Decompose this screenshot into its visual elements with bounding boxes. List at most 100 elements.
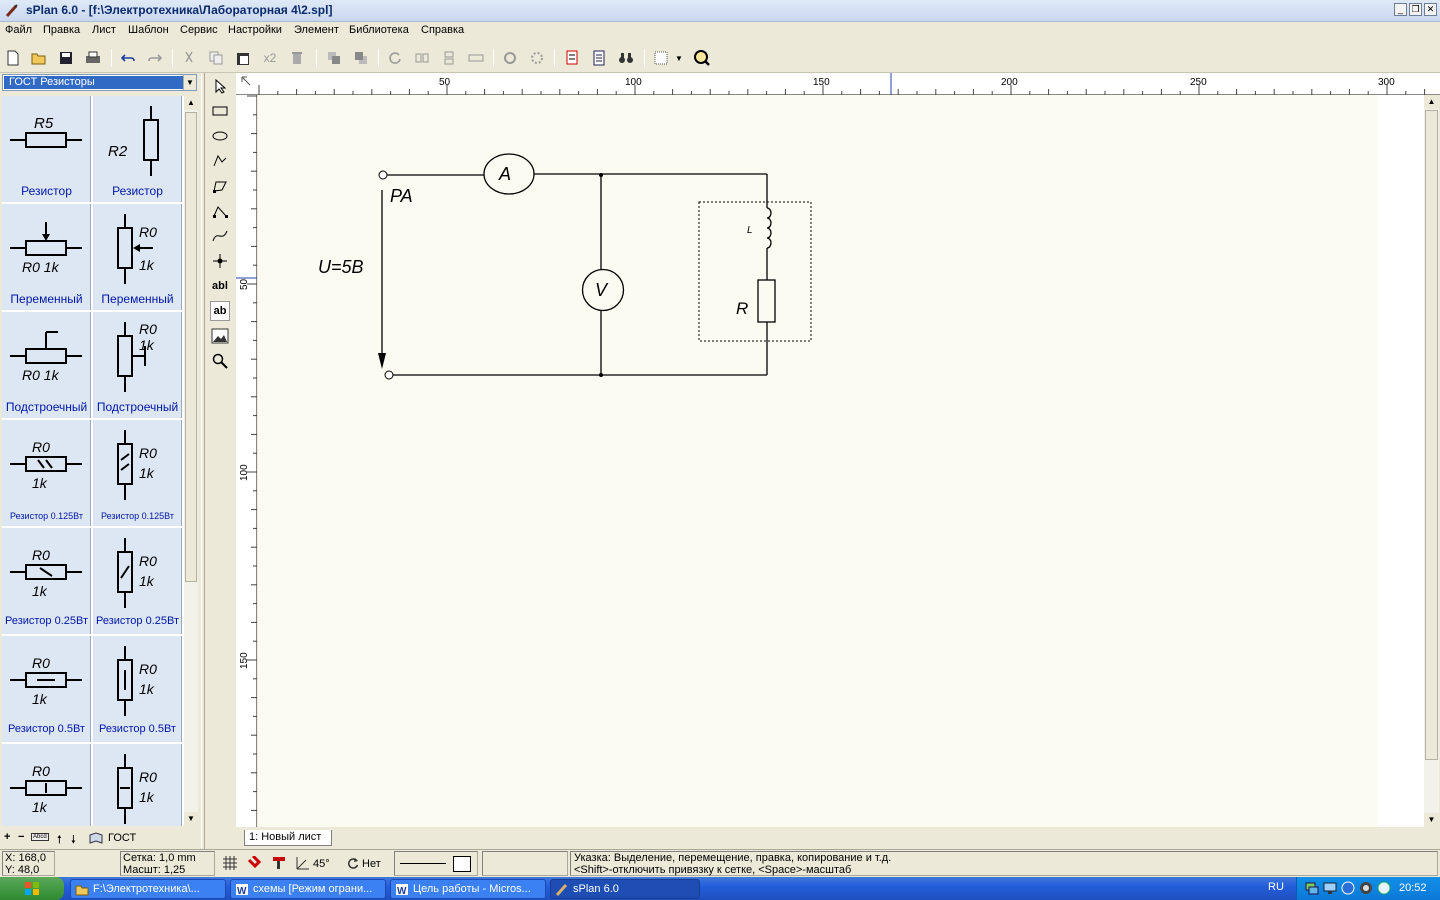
bluetooth-icon[interactable] <box>1341 881 1355 895</box>
library-item[interactable]: R0 1k Резистор 0.125Вт <box>2 420 91 526</box>
rotation-mode[interactable]: Нет <box>362 858 381 870</box>
zoom-tool[interactable] <box>210 351 230 371</box>
undo-button[interactable] <box>119 49 137 67</box>
menu-sheet[interactable]: Лист <box>92 24 116 36</box>
move-down-arrow[interactable]: 🠗 <box>71 831 76 850</box>
scroll-up-arrow[interactable]: ▲ <box>184 96 198 110</box>
angle-value[interactable]: 45° <box>313 858 330 870</box>
library-item[interactable]: R0 1k Переменный <box>2 204 91 310</box>
scroll-thumb[interactable] <box>1425 110 1438 760</box>
parts-list-button[interactable] <box>590 49 608 67</box>
library-item[interactable]: R0 1k Резистор 0.5Вт <box>93 636 182 742</box>
remove-library-button[interactable]: − <box>18 831 24 843</box>
library-item[interactable]: R5 Резистор <box>2 96 91 202</box>
restore-button[interactable]: ❐ <box>1409 3 1422 16</box>
ungroup-button[interactable] <box>528 49 546 67</box>
cut-button[interactable] <box>180 49 198 67</box>
menu-library[interactable]: Библиотека <box>349 24 409 36</box>
pen-icon[interactable] <box>272 856 288 870</box>
group-button[interactable] <box>501 49 519 67</box>
taskbar-item-word-1[interactable]: W схемы [Режим ограни... <box>230 879 386 899</box>
grid-dropdown-arrow[interactable]: ▼ <box>674 49 684 67</box>
open-folder-button[interactable] <box>30 49 48 67</box>
fill-style-sample[interactable] <box>453 856 471 872</box>
zoom-fit-button[interactable] <box>693 49 711 67</box>
scroll-down-arrow[interactable]: ▼ <box>184 812 198 826</box>
rename-library-button[interactable]: Abcd <box>31 833 49 841</box>
scroll-down-arrow[interactable]: ▼ <box>1424 813 1439 827</box>
print-button[interactable] <box>84 49 102 67</box>
redo-button[interactable] <box>146 49 164 67</box>
scroll-thumb[interactable] <box>185 112 197 582</box>
clock[interactable]: 20:52 <box>1399 882 1427 894</box>
ruler-origin-icon[interactable] <box>241 76 251 86</box>
library-scrollbar[interactable]: ▲ ▼ <box>184 96 198 826</box>
library-group-label[interactable]: ГОСТ <box>108 832 136 844</box>
polyline-tool[interactable] <box>210 176 230 196</box>
library-item[interactable]: R0 1k <box>2 744 91 826</box>
close-button[interactable]: ✕ <box>1424 3 1437 16</box>
bezier-tool[interactable] <box>210 226 230 246</box>
library-item[interactable]: R2 Резистор <box>93 96 182 202</box>
image-tool[interactable] <box>210 326 230 346</box>
mirror-h-button[interactable] <box>413 49 431 67</box>
align-button[interactable] <box>467 49 485 67</box>
pointer-tool[interactable] <box>210 76 230 96</box>
library-select[interactable]: ГОСТ Резисторы ▼ <box>2 74 197 91</box>
library-item[interactable]: R0 1k Подстроечный <box>93 312 182 418</box>
mirror-v-button[interactable] <box>440 49 458 67</box>
monitor-icon[interactable] <box>1323 881 1337 895</box>
menu-edit[interactable]: Правка <box>43 24 80 36</box>
angle-icon[interactable] <box>296 856 310 870</box>
find-binoculars-button[interactable] <box>617 49 635 67</box>
drawing-canvas[interactable]: A V PA U=5В L R <box>258 95 1378 827</box>
start-button[interactable] <box>0 877 64 900</box>
taskbar-item-word-2[interactable]: W Цель работы - Micros... <box>390 879 546 899</box>
scroll-up-arrow[interactable]: ▲ <box>1424 95 1439 109</box>
menu-service[interactable]: Сервис <box>180 24 218 36</box>
polygon-tool[interactable] <box>210 151 230 171</box>
menu-file[interactable]: Файл <box>5 24 32 36</box>
update-icon[interactable] <box>1377 881 1391 895</box>
tab-sheet-1[interactable]: 1: Новый лист <box>244 830 333 846</box>
magnet-snap-icon[interactable] <box>247 856 261 870</box>
chevron-down-icon[interactable]: ▼ <box>183 75 196 90</box>
bring-front-button[interactable] <box>325 49 343 67</box>
junction-tool[interactable] <box>210 251 230 271</box>
send-back-button[interactable] <box>352 49 370 67</box>
text-tool[interactable]: abl <box>210 276 230 296</box>
line-tool[interactable] <box>210 201 230 221</box>
copy-button[interactable] <box>207 49 225 67</box>
delete-button[interactable] <box>288 49 306 67</box>
library-item[interactable]: R0 1k Резистор 0.25Вт <box>2 528 91 634</box>
library-item[interactable]: R0 1k Резистор 0.5Вт <box>2 636 91 742</box>
library-item[interactable]: R0 1k <box>93 744 182 826</box>
taskbar-item-explorer[interactable]: F:\Электротехника\... <box>70 879 226 899</box>
menu-template[interactable]: Шаблон <box>128 24 169 36</box>
menu-help[interactable]: Справка <box>421 24 464 36</box>
language-indicator[interactable]: RU <box>1268 881 1284 893</box>
antivirus-icon[interactable] <box>1359 881 1373 895</box>
menu-settings[interactable]: Настройки <box>228 24 282 36</box>
canvas-vertical-scrollbar[interactable]: ▲ ▼ <box>1424 95 1439 827</box>
network-icon[interactable] <box>1305 881 1319 895</box>
add-library-button[interactable]: + <box>4 831 10 843</box>
menu-element[interactable]: Элемент <box>294 24 339 36</box>
textbox-tool[interactable]: ab <box>210 301 230 321</box>
rotate-button[interactable] <box>386 49 404 67</box>
rectangle-tool[interactable] <box>210 101 230 121</box>
library-item[interactable]: R0 1k Резистор 0.25Вт <box>93 528 182 634</box>
panel-splitter[interactable] <box>201 73 205 849</box>
grid-icon[interactable] <box>223 856 237 870</box>
move-up-arrow[interactable]: 🠕 <box>57 831 62 850</box>
grid-toggle-button[interactable] <box>652 49 670 67</box>
minimize-button[interactable]: _ <box>1394 3 1407 16</box>
duplicate-x2-button[interactable]: x2 <box>261 49 279 67</box>
new-file-button[interactable] <box>4 49 22 67</box>
library-item[interactable]: R0 1k Резистор 0.125Вт <box>93 420 182 526</box>
library-item[interactable]: R0 1k Переменный <box>93 204 182 310</box>
netlist-button[interactable] <box>563 49 581 67</box>
taskbar-item-splan[interactable]: sPlan 6.0 <box>550 879 700 899</box>
library-item[interactable]: R0 1k Подстроечный <box>2 312 91 418</box>
paste-button[interactable] <box>234 49 252 67</box>
